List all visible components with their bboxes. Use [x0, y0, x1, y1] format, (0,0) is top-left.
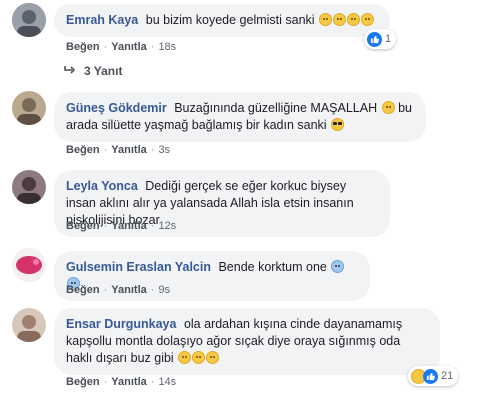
grin-emoji-icon — [178, 351, 192, 364]
separator: · — [150, 41, 155, 53]
like-link[interactable]: Beğen — [66, 376, 100, 388]
grin-emoji-icon — [319, 13, 333, 26]
replies-count: 3 Yanıt — [84, 64, 123, 78]
separator: · — [103, 41, 108, 53]
comment-time[interactable]: 18s — [158, 41, 176, 53]
separator: · — [103, 220, 108, 232]
like-icon — [423, 368, 438, 384]
comment-time[interactable]: 14s — [158, 376, 176, 388]
comment-author[interactable]: Emrah Kaya — [66, 13, 138, 27]
avatar[interactable] — [12, 248, 46, 282]
comment-actions: Beğen · Yanıtla · 14s — [66, 376, 176, 388]
persevere-emoji-icon — [381, 101, 395, 114]
reaction-badge[interactable]: 1 — [364, 29, 397, 49]
comment-bubble: Emrah Kaya bu bizim koyede gelmisti sank… — [54, 4, 390, 37]
grin-emoji-icon — [206, 351, 220, 364]
avatar[interactable] — [12, 170, 46, 204]
comment-actions: Beğen · Yanıtla · 3s — [66, 144, 170, 156]
reaction-count: 21 — [441, 370, 454, 382]
like-link[interactable]: Beğen — [66, 220, 100, 232]
reaction-count: 1 — [385, 33, 392, 45]
grin-emoji-icon — [347, 13, 361, 26]
reply-arrow-icon — [64, 64, 76, 78]
avatar[interactable] — [12, 308, 46, 342]
view-replies-button[interactable]: 3 Yanıt — [64, 64, 122, 78]
separator: · — [103, 284, 108, 296]
like-link[interactable]: Beğen — [66, 41, 100, 53]
reply-link[interactable]: Yanıtla — [111, 376, 146, 388]
comment-time[interactable]: 3s — [158, 144, 170, 156]
grin-emoji-icon — [361, 13, 375, 26]
comment-author[interactable]: Ensar Durgunkaya — [66, 317, 176, 331]
sunglasses-emoji-icon — [331, 118, 345, 131]
reply-link[interactable]: Yanıtla — [111, 41, 146, 53]
comment-time[interactable]: 12s — [158, 220, 176, 232]
comment-time[interactable]: 9s — [158, 284, 170, 296]
comment-actions: Beğen · Yanıtla · 9s — [66, 284, 170, 296]
scream-emoji-icon — [331, 260, 345, 273]
comment-bubble: Ensar Durgunkaya ola ardahan kışına cind… — [54, 308, 440, 375]
comment-text: bu bizim koyede gelmisti sanki — [145, 13, 315, 27]
comment-bubble: Güneş Gökdemir Buzağınında güzelliğine M… — [54, 92, 426, 142]
avatar[interactable] — [12, 91, 46, 125]
separator: · — [150, 284, 155, 296]
like-icon — [367, 31, 382, 47]
reaction-badge[interactable]: 21 — [408, 366, 459, 386]
comment-author[interactable]: Gulsemin Eraslan Yalcin — [66, 260, 211, 274]
separator: · — [150, 144, 155, 156]
separator: · — [103, 376, 108, 388]
separator: · — [150, 220, 155, 232]
like-link[interactable]: Beğen — [66, 284, 100, 296]
separator: · — [103, 144, 108, 156]
reply-link[interactable]: Yanıtla — [111, 284, 146, 296]
like-link[interactable]: Beğen — [66, 144, 100, 156]
comment-actions: Beğen · Yanıtla · 18s — [66, 41, 176, 53]
comment-text: Buzağınında güzelliğine MAŞALLAH — [174, 101, 378, 115]
grin-emoji-icon — [192, 351, 206, 364]
comment-author[interactable]: Güneş Gökdemir — [66, 101, 167, 115]
avatar[interactable] — [12, 3, 46, 37]
reply-link[interactable]: Yanıtla — [111, 220, 146, 232]
comment-actions: Beğen · Yanıtla · 12s — [66, 220, 176, 232]
separator: · — [150, 376, 155, 388]
grin-emoji-icon — [333, 13, 347, 26]
comment-author[interactable]: Leyla Yonca — [66, 179, 138, 193]
comment-text: Bende korktum one — [218, 260, 327, 274]
reply-link[interactable]: Yanıtla — [111, 144, 146, 156]
